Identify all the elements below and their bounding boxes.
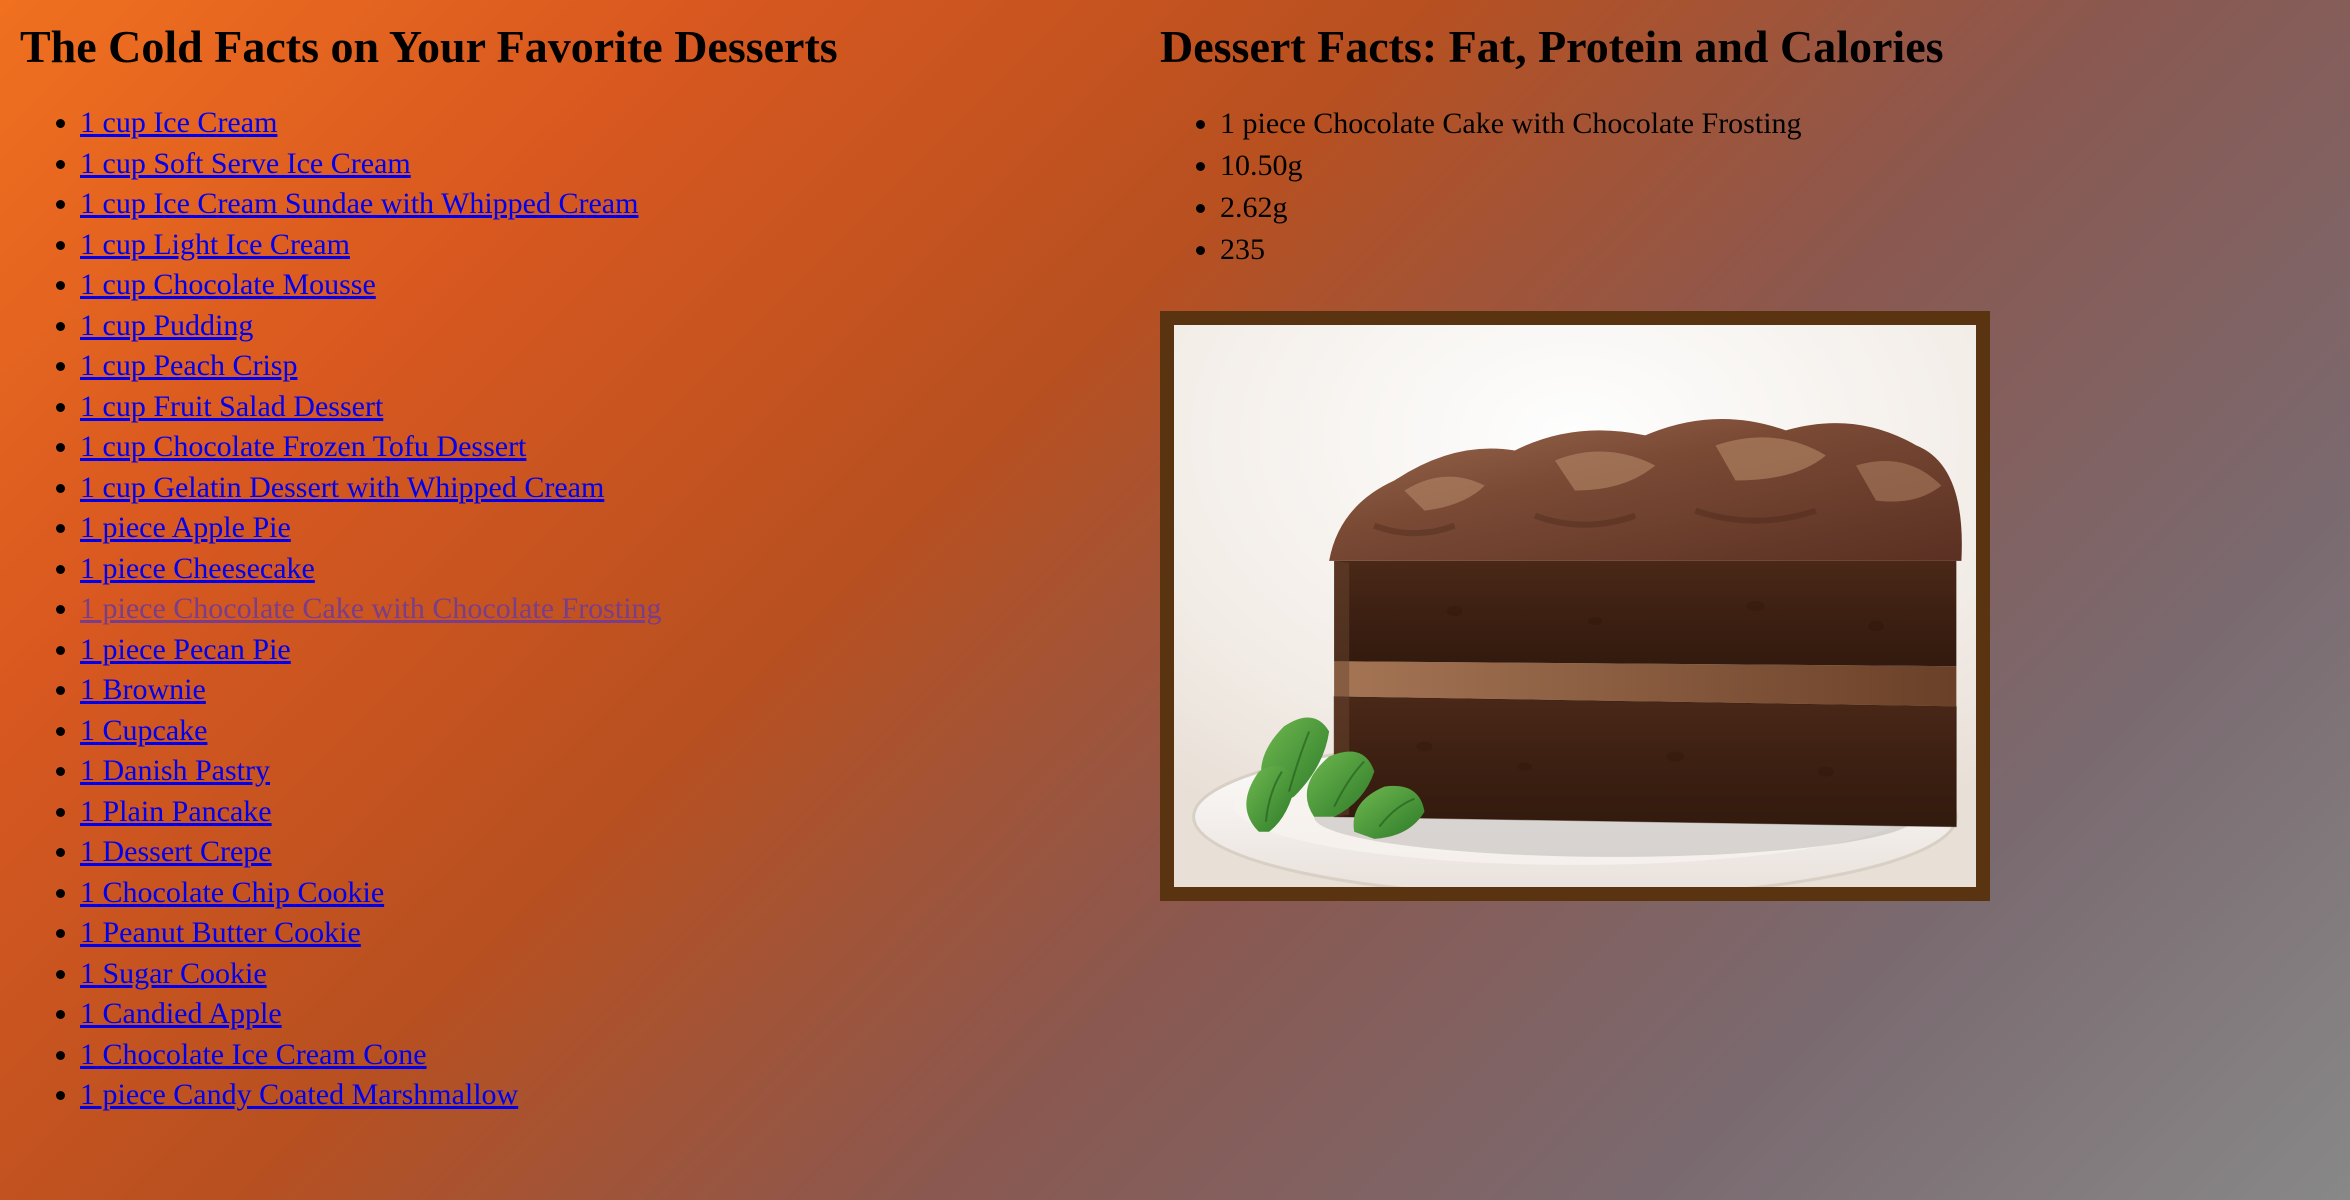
dessert-link[interactable]: 1 Chocolate Ice Cream Cone: [80, 1038, 427, 1071]
dessert-link[interactable]: 1 cup Gelatin Dessert with Whipped Cream: [80, 471, 604, 504]
facts-list: 1 piece Chocolate Cake with Chocolate Fr…: [1160, 103, 2000, 271]
dessert-link-item: 1 Sugar Cookie: [80, 954, 920, 995]
dessert-link[interactable]: 1 piece Apple Pie: [80, 511, 291, 544]
dessert-link[interactable]: 1 cup Light Ice Cream: [80, 228, 350, 261]
dessert-image: [1160, 311, 1990, 901]
dessert-link[interactable]: 1 cup Fruit Salad Dessert: [80, 390, 383, 423]
fact-item: 10.50g: [1220, 145, 2000, 187]
dessert-link-item: 1 Cupcake: [80, 711, 920, 752]
dessert-link[interactable]: 1 Sugar Cookie: [80, 957, 267, 990]
dessert-link[interactable]: 1 piece Pecan Pie: [80, 633, 291, 666]
dessert-link-item: 1 cup Gelatin Dessert with Whipped Cream: [80, 468, 920, 509]
dessert-link-item: 1 cup Ice Cream Sundae with Whipped Crea…: [80, 184, 920, 225]
dessert-link-item: 1 piece Candy Coated Marshmallow: [80, 1075, 920, 1116]
dessert-link[interactable]: 1 piece Chocolate Cake with Chocolate Fr…: [80, 592, 662, 625]
dessert-link-item: 1 piece Cheesecake: [80, 549, 920, 590]
dessert-link-item: 1 piece Apple Pie: [80, 508, 920, 549]
dessert-link-item: 1 piece Pecan Pie: [80, 630, 920, 671]
dessert-link-item: 1 Danish Pastry: [80, 751, 920, 792]
dessert-link[interactable]: 1 piece Cheesecake: [80, 552, 315, 585]
left-title: The Cold Facts on Your Favorite Desserts: [20, 20, 920, 73]
dessert-link-item: 1 cup Peach Crisp: [80, 346, 920, 387]
dessert-link[interactable]: 1 cup Soft Serve Ice Cream: [80, 147, 411, 180]
dessert-link-item: 1 cup Ice Cream: [80, 103, 920, 144]
dessert-link[interactable]: 1 cup Pudding: [80, 309, 253, 342]
dessert-link[interactable]: 1 cup Ice Cream: [80, 106, 277, 139]
dessert-link-item: 1 Peanut Butter Cookie: [80, 913, 920, 954]
dessert-link[interactable]: 1 Chocolate Chip Cookie: [80, 876, 384, 909]
dessert-link-item: 1 Candied Apple: [80, 994, 920, 1035]
dessert-link[interactable]: 1 cup Peach Crisp: [80, 349, 297, 382]
right-title: Dessert Facts: Fat, Protein and Calories: [1160, 20, 2000, 73]
dessert-link[interactable]: 1 Cupcake: [80, 714, 207, 747]
dessert-link-item: 1 Chocolate Chip Cookie: [80, 873, 920, 914]
dessert-link[interactable]: 1 Candied Apple: [80, 997, 282, 1030]
dessert-link[interactable]: 1 cup Chocolate Frozen Tofu Dessert: [80, 430, 526, 463]
dessert-link-item: 1 cup Light Ice Cream: [80, 225, 920, 266]
dessert-link[interactable]: 1 Plain Pancake: [80, 795, 272, 828]
dessert-link-item: 1 cup Soft Serve Ice Cream: [80, 144, 920, 185]
dessert-link-item: 1 Brownie: [80, 670, 920, 711]
dessert-link-item: 1 Dessert Crepe: [80, 832, 920, 873]
dessert-link[interactable]: 1 piece Candy Coated Marshmallow: [80, 1078, 518, 1111]
dessert-link-item: 1 Chocolate Ice Cream Cone: [80, 1035, 920, 1076]
fact-item: 235: [1220, 229, 2000, 271]
dessert-link[interactable]: 1 Dessert Crepe: [80, 835, 272, 868]
dessert-link[interactable]: 1 Peanut Butter Cookie: [80, 916, 361, 949]
dessert-link[interactable]: 1 Brownie: [80, 673, 206, 706]
fact-item: 1 piece Chocolate Cake with Chocolate Fr…: [1220, 103, 2000, 145]
dessert-link-item: 1 cup Fruit Salad Dessert: [80, 387, 920, 428]
dessert-link-list: 1 cup Ice Cream 1 cup Soft Serve Ice Crea…: [20, 103, 920, 1116]
dessert-link[interactable]: 1 cup Ice Cream Sundae with Whipped Crea…: [80, 187, 638, 220]
dessert-link[interactable]: 1 cup Chocolate Mousse: [80, 268, 376, 301]
dessert-link-item: 1 cup Chocolate Mousse: [80, 265, 920, 306]
dessert-link-item: 1 piece Chocolate Cake with Chocolate Fr…: [80, 589, 920, 630]
fact-item: 2.62g: [1220, 187, 2000, 229]
dessert-link-item: 1 cup Chocolate Frozen Tofu Dessert: [80, 427, 920, 468]
dessert-link-item: 1 cup Pudding: [80, 306, 920, 347]
dessert-link-item: 1 Plain Pancake: [80, 792, 920, 833]
dessert-link[interactable]: 1 Danish Pastry: [80, 754, 270, 787]
